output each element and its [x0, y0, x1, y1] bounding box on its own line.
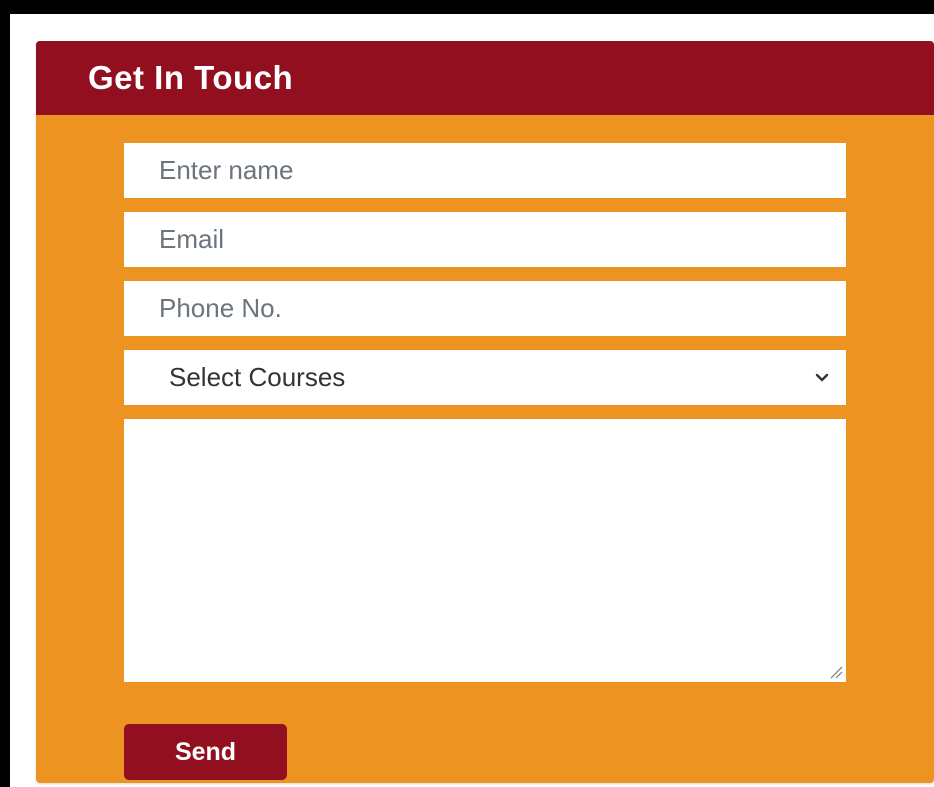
course-select-value: Select Courses	[169, 362, 346, 392]
card-header: Get In Touch	[36, 41, 934, 115]
page-frame: Get In Touch Select Courses Send	[0, 0, 934, 787]
email-input[interactable]	[124, 212, 846, 267]
card-title: Get In Touch	[88, 59, 294, 96]
message-textarea[interactable]	[124, 419, 846, 682]
chevron-down-icon	[815, 373, 829, 382]
get-in-touch-card: Get In Touch Select Courses Send	[36, 41, 934, 783]
message-area	[124, 419, 846, 682]
phone-input[interactable]	[124, 281, 846, 336]
name-input[interactable]	[124, 143, 846, 198]
course-select[interactable]: Select Courses	[124, 350, 846, 405]
send-button[interactable]: Send	[124, 724, 287, 780]
contact-form: Select Courses Send	[124, 143, 846, 780]
resize-grip-icon[interactable]	[829, 665, 843, 679]
